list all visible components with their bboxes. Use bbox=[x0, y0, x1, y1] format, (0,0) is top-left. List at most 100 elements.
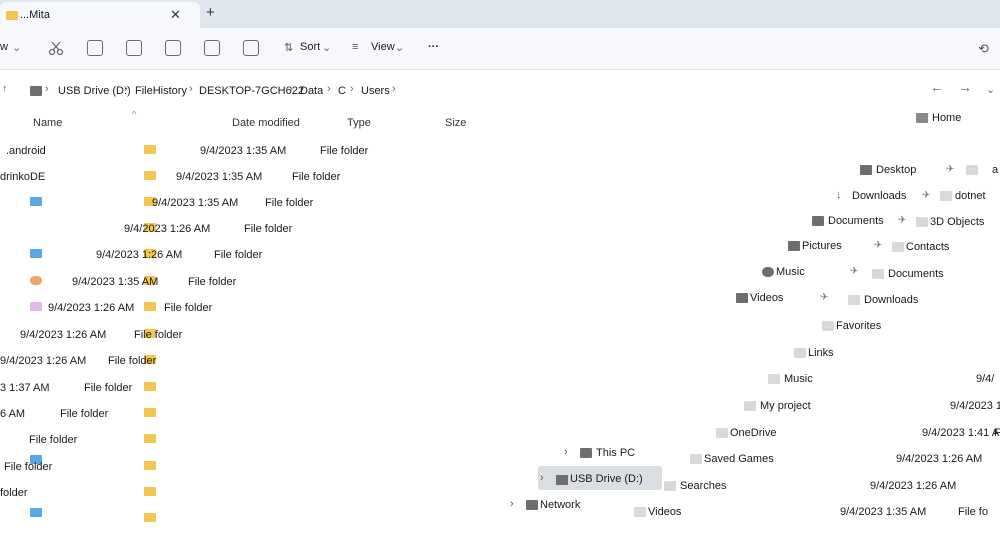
item-date: 9/4/2023 1:35 AM bbox=[152, 197, 239, 209]
copy-icon[interactable] bbox=[87, 40, 103, 56]
sidebar-item-videos[interactable]: Videos bbox=[750, 292, 783, 304]
sort-button[interactable]: Sort bbox=[300, 41, 320, 53]
list-item-downloads[interactable]: Downloads bbox=[864, 294, 918, 306]
sidebar-item-this-pc[interactable]: This PC bbox=[596, 447, 635, 459]
chevron-right-icon: › bbox=[189, 83, 193, 95]
chevron-right-icon: › bbox=[45, 83, 49, 95]
chevron-down-icon: ⌄ bbox=[395, 42, 405, 54]
column-date-modified[interactable]: Date modified bbox=[232, 117, 300, 129]
tab-title: ...Mita bbox=[20, 9, 50, 21]
sidebar-item-desktop[interactable]: Desktop bbox=[876, 164, 916, 176]
item-type: File folder bbox=[188, 276, 237, 288]
pin-icon: ✈ bbox=[820, 292, 829, 303]
forward-button[interactable]: → bbox=[958, 79, 972, 95]
new-button[interactable]: w bbox=[0, 41, 8, 53]
breadcrumb-data[interactable]: Data bbox=[300, 85, 323, 97]
breadcrumb-filehistory[interactable]: FileHistory bbox=[135, 85, 187, 97]
address-bar[interactable]: ↑ › USB Drive (D:) › FileHistory › DESKT… bbox=[0, 77, 1000, 105]
list-item-saved-games[interactable]: Saved Games bbox=[704, 453, 774, 465]
breadcrumb-users[interactable]: Users bbox=[361, 85, 390, 97]
item-type: File folder bbox=[84, 382, 133, 394]
sidebar-item-network[interactable]: Network bbox=[540, 499, 580, 511]
share-icon[interactable] bbox=[204, 40, 220, 56]
folder-icon bbox=[966, 165, 978, 175]
usb-drive-icon bbox=[556, 475, 568, 485]
breadcrumb-c[interactable]: C bbox=[338, 85, 346, 97]
item-type: File folder bbox=[4, 461, 53, 473]
sidebar-item-music[interactable]: Music bbox=[776, 266, 805, 278]
list-item-onedrive[interactable]: OneDrive bbox=[730, 427, 776, 439]
list-item-my-project[interactable]: My project bbox=[760, 400, 811, 412]
folder-icon bbox=[822, 321, 834, 331]
close-tab-button[interactable]: ✕ bbox=[170, 7, 181, 23]
column-type[interactable]: Type bbox=[347, 117, 371, 129]
music-icon bbox=[762, 267, 774, 277]
folder-icon bbox=[30, 508, 42, 517]
folder-icon bbox=[144, 145, 156, 154]
back-button[interactable]: ← bbox=[930, 79, 944, 95]
download-icon: ↓ bbox=[836, 189, 842, 201]
sort-icon: ⇅ bbox=[284, 42, 294, 54]
chevron-right-icon: › bbox=[327, 83, 331, 95]
tab-users[interactable]: ...Mita ✕ bbox=[0, 2, 200, 28]
list-item-documents[interactable]: Documents bbox=[888, 268, 944, 280]
refresh-icon[interactable]: ↑ bbox=[2, 83, 8, 95]
folder-icon bbox=[892, 242, 904, 252]
folder-icon bbox=[30, 249, 42, 258]
chevron-right-icon: › bbox=[289, 83, 293, 95]
sidebar-item-downloads[interactable]: Downloads bbox=[852, 190, 906, 202]
item-type: F bbox=[994, 427, 1000, 439]
delete-icon[interactable] bbox=[243, 40, 259, 56]
item-date: 9/4/2023 1:35 AM bbox=[840, 506, 927, 518]
list-item-contacts[interactable]: Contacts bbox=[906, 241, 949, 253]
list-item-dotnet[interactable]: dotnet bbox=[955, 190, 986, 202]
pin-icon: ✈ bbox=[874, 240, 883, 251]
rename-icon[interactable] bbox=[165, 40, 181, 56]
command-bar: w ⌄ ⇅ Sort ⌄ ≡ View ⌄ ··· ⟲ bbox=[0, 28, 1000, 70]
item-date: 9/4/2023 1:26 AM bbox=[0, 355, 87, 367]
list-item-a[interactable]: a bbox=[992, 164, 998, 176]
sort-arrow-icon: ^ bbox=[132, 109, 137, 119]
cut-icon[interactable] bbox=[48, 40, 64, 56]
item-date: 9/4/2023 1:26 AM bbox=[96, 249, 183, 261]
folder-icon bbox=[144, 487, 156, 496]
sidebar-item-pictures[interactable]: Pictures bbox=[802, 240, 842, 252]
list-item-3d-objects[interactable]: 3D Objects bbox=[930, 216, 984, 228]
chevron-right-icon[interactable]: › bbox=[540, 472, 544, 484]
list-item-links[interactable]: Links bbox=[808, 347, 834, 359]
sidebar-item-documents[interactable]: Documents bbox=[828, 215, 884, 227]
pictures-icon bbox=[788, 241, 800, 251]
column-name[interactable]: Name bbox=[33, 117, 62, 129]
item-date: 9/4/2023 1:26 AM bbox=[870, 480, 957, 492]
item-type: File folder bbox=[214, 249, 263, 261]
folder-icon bbox=[144, 171, 156, 180]
chevron-right-icon[interactable]: › bbox=[564, 446, 568, 458]
list-item-favorites[interactable]: Favorites bbox=[836, 320, 881, 332]
more-options-button[interactable]: ··· bbox=[428, 41, 439, 53]
sidebar-item-usb-drive[interactable]: USB Drive (D:) bbox=[570, 473, 643, 485]
folder-icon bbox=[30, 197, 42, 206]
pin-icon: ✈ bbox=[850, 266, 859, 277]
item-type: File folder bbox=[164, 302, 213, 314]
item-date: 9/4/2023 1:26 AM bbox=[896, 453, 983, 465]
drive-icon bbox=[30, 86, 42, 96]
folder-icon bbox=[144, 408, 156, 417]
view-button[interactable]: View bbox=[371, 41, 395, 53]
breadcrumb-usb-drive[interactable]: USB Drive (D:) bbox=[58, 85, 131, 97]
view-icon: ≡ bbox=[352, 41, 359, 53]
list-item-music[interactable]: Music bbox=[784, 373, 813, 385]
pin-icon: ✈ bbox=[898, 215, 907, 226]
chevron-right-icon[interactable]: › bbox=[510, 498, 514, 510]
folder-icon bbox=[940, 191, 952, 201]
sidebar-item-home[interactable]: Home bbox=[932, 112, 961, 124]
paste-icon[interactable] bbox=[126, 40, 142, 56]
item-date: 9/4/2023 1:26 AM bbox=[20, 329, 107, 341]
item-date: 3 1:37 AM bbox=[0, 382, 50, 394]
list-item-videos[interactable]: Videos bbox=[648, 506, 681, 518]
list-item-searches[interactable]: Searches bbox=[680, 480, 726, 492]
videos-icon bbox=[736, 293, 748, 303]
new-tab-button[interactable]: + bbox=[206, 4, 215, 21]
column-size[interactable]: Size bbox=[445, 117, 466, 129]
chevron-down-icon[interactable]: ⌄ bbox=[986, 83, 995, 96]
undo-icon[interactable]: ⟲ bbox=[978, 41, 989, 57]
